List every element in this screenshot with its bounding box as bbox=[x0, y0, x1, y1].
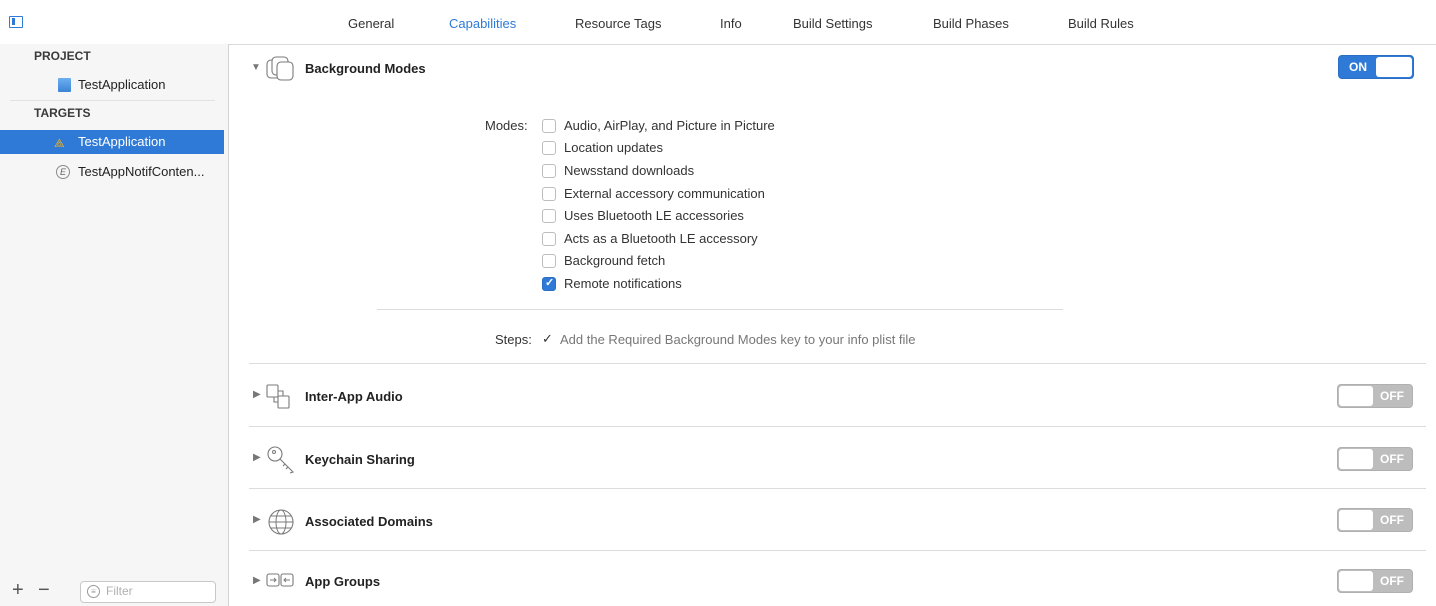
associated-domains-toggle[interactable]: OFF bbox=[1337, 508, 1413, 532]
project-item-label: TestApplication bbox=[78, 77, 166, 92]
tab-list: General Capabilities Resource Tags Info … bbox=[0, 0, 1436, 44]
app-groups-toggle[interactable]: OFF bbox=[1337, 569, 1413, 593]
section-divider bbox=[249, 363, 1426, 364]
filter-placeholder: Filter bbox=[106, 584, 133, 598]
mode-label: Remote notifications bbox=[564, 276, 682, 291]
steps-divider bbox=[377, 309, 1063, 310]
inter-app-audio-title: Inter-App Audio bbox=[305, 389, 403, 404]
background-modes-toggle[interactable]: ON bbox=[1338, 55, 1414, 79]
keychain-key-icon bbox=[267, 446, 295, 474]
mode-label: External accessory communication bbox=[564, 186, 765, 201]
toggle-knob bbox=[1339, 571, 1373, 591]
background-modes-icon bbox=[266, 56, 294, 81]
tab-capabilities[interactable]: Capabilities bbox=[449, 16, 516, 31]
tab-resource-tags[interactable]: Resource Tags bbox=[575, 16, 661, 31]
checkbox[interactable] bbox=[542, 254, 556, 268]
filter-icon: ≡ bbox=[87, 585, 100, 598]
extension-icon: E bbox=[56, 165, 70, 179]
checkbox[interactable] bbox=[542, 209, 556, 223]
tab-build-settings[interactable]: Build Settings bbox=[793, 16, 873, 31]
editor-tab-bar: General Capabilities Resource Tags Info … bbox=[0, 0, 1436, 45]
project-file-icon bbox=[58, 78, 71, 92]
app-groups-icon bbox=[266, 573, 294, 587]
mode-label: Location updates bbox=[564, 140, 664, 155]
inter-app-audio-icon bbox=[266, 384, 290, 409]
toggle-knob bbox=[1339, 449, 1373, 469]
filter-input[interactable]: ≡ Filter bbox=[80, 581, 216, 603]
tab-build-phases[interactable]: Build Phases bbox=[933, 16, 1009, 31]
project-item[interactable]: TestApplication bbox=[0, 73, 224, 97]
target-item-label: TestAppNotifConten... bbox=[78, 164, 205, 179]
tab-info[interactable]: Info bbox=[720, 16, 742, 31]
disclosure-triangle-collapsed-icon[interactable]: ▶ bbox=[253, 575, 261, 586]
remove-target-button[interactable]: − bbox=[38, 580, 50, 600]
toggle-knob bbox=[1339, 510, 1373, 530]
toggle-label: OFF bbox=[1380, 452, 1404, 466]
step-complete-check-icon: ✓ bbox=[542, 331, 553, 346]
mode-label: Newsstand downloads bbox=[564, 163, 695, 178]
toggle-label: OFF bbox=[1380, 574, 1404, 588]
globe-icon bbox=[268, 509, 294, 535]
section-divider bbox=[249, 550, 1426, 551]
targets-header: TARGETS bbox=[34, 106, 91, 120]
background-modes-title: Background Modes bbox=[305, 61, 426, 76]
steps-label: Steps: bbox=[495, 332, 532, 347]
sidebar-divider bbox=[10, 100, 215, 101]
step-text: Add the Required Background Modes key to… bbox=[560, 332, 916, 347]
toggle-knob bbox=[1376, 57, 1412, 77]
capabilities-pane: ▼ Background Modes ON Modes: Audio, AirP… bbox=[229, 44, 1436, 606]
checkbox[interactable] bbox=[542, 232, 556, 246]
app-target-icon: ⟁ bbox=[54, 136, 65, 150]
mode-label: Acts as a Bluetooth LE accessory bbox=[564, 231, 758, 246]
app-groups-title: App Groups bbox=[305, 574, 381, 589]
mode-label: Uses Bluetooth LE accessories bbox=[564, 208, 744, 223]
tab-general[interactable]: General bbox=[348, 16, 394, 31]
inter-app-audio-toggle[interactable]: OFF bbox=[1337, 384, 1413, 408]
sidebar-footer: + − ≡ Filter bbox=[0, 576, 228, 606]
disclosure-triangle-expanded-icon[interactable]: ▼ bbox=[251, 62, 261, 73]
add-target-button[interactable]: + bbox=[12, 580, 24, 600]
disclosure-triangle-collapsed-icon[interactable]: ▶ bbox=[253, 514, 261, 525]
target-item-testapplication[interactable]: ⟁ TestApplication bbox=[0, 130, 224, 154]
section-divider bbox=[249, 488, 1426, 489]
toggle-label: ON bbox=[1349, 60, 1367, 74]
toggle-label: OFF bbox=[1380, 389, 1404, 403]
target-item-label: TestApplication bbox=[78, 134, 166, 149]
mode-label: Audio, AirPlay, and Picture in Picture bbox=[564, 118, 775, 133]
toggle-label: OFF bbox=[1380, 513, 1404, 527]
checkbox-checked[interactable] bbox=[542, 276, 556, 291]
modes-label: Modes: bbox=[485, 118, 528, 133]
keychain-sharing-title: Keychain Sharing bbox=[305, 452, 415, 467]
disclosure-triangle-collapsed-icon[interactable]: ▶ bbox=[253, 452, 261, 463]
keychain-sharing-toggle[interactable]: OFF bbox=[1337, 447, 1413, 471]
checkbox[interactable] bbox=[542, 141, 556, 155]
toggle-knob bbox=[1339, 386, 1373, 406]
tab-build-rules[interactable]: Build Rules bbox=[1068, 16, 1134, 31]
mode-label: Background fetch bbox=[564, 253, 666, 268]
associated-domains-title: Associated Domains bbox=[305, 514, 433, 529]
checkbox[interactable] bbox=[542, 119, 556, 133]
project-header: PROJECT bbox=[34, 49, 91, 63]
disclosure-triangle-collapsed-icon[interactable]: ▶ bbox=[253, 389, 261, 400]
checkbox[interactable] bbox=[542, 187, 556, 201]
project-target-sidebar: PROJECT TestApplication TARGETS ⟁ TestAp… bbox=[0, 44, 229, 606]
target-item-notification-content[interactable]: E TestAppNotifConten... bbox=[0, 160, 224, 184]
checkbox[interactable] bbox=[542, 164, 556, 178]
section-divider bbox=[249, 426, 1426, 427]
